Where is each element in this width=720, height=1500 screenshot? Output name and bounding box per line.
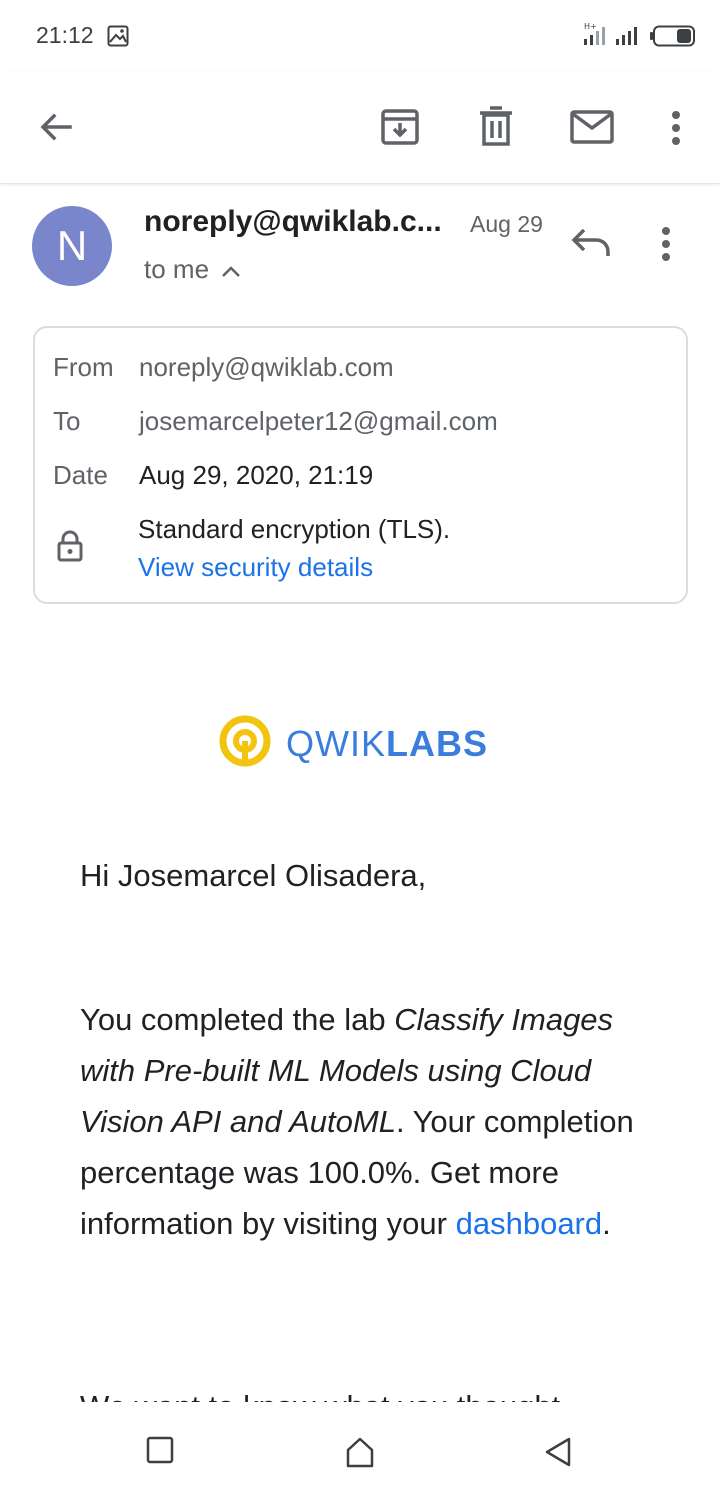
sender-name[interactable]: noreply@qwiklab.c... <box>144 205 442 239</box>
from-value[interactable]: noreply@qwiklab.com <box>139 352 394 383</box>
from-label: From <box>53 352 114 382</box>
archive-icon[interactable] <box>380 106 420 146</box>
to-label: To <box>53 406 81 436</box>
greeting: Hi Josemarcel Olisadera, <box>80 858 427 893</box>
chevron-up-icon <box>221 254 241 285</box>
date-row: Date Aug 29, 2020, 21:19 <box>53 460 373 491</box>
from-row: From noreply@qwiklab.com <box>53 352 394 383</box>
reply-icon[interactable] <box>570 226 612 265</box>
lock-icon <box>57 530 83 567</box>
recents-square-icon[interactable] <box>146 1436 174 1469</box>
date-value: Aug 29, 2020, 21:19 <box>139 460 374 490</box>
status-time: 21:12 <box>36 22 94 48</box>
feedback-line: We want to know what you thought <box>80 1384 560 1402</box>
more-vert-icon[interactable] <box>670 110 682 146</box>
view-security-details-link[interactable]: View security details <box>138 552 373 583</box>
mark-unread-icon[interactable] <box>570 110 614 144</box>
delete-icon[interactable] <box>478 106 514 146</box>
to-value[interactable]: josemarcelpeter12@gmail.com <box>139 406 498 437</box>
back-triangle-icon[interactable] <box>544 1436 572 1473</box>
status-bar: 21:12 H+ <box>0 0 720 72</box>
svg-text:H+: H+ <box>584 22 597 31</box>
completion-paragraph: You completed the lab Classify Images wi… <box>80 1002 634 1241</box>
system-nav-bar <box>0 1402 720 1500</box>
to-row: To josemarcelpeter12@gmail.com <box>53 406 498 437</box>
avatar[interactable]: N <box>32 206 112 286</box>
back-arrow-icon[interactable] <box>36 108 74 146</box>
recipient-toggle[interactable]: to me <box>144 254 241 285</box>
qwiklabs-wordmark: QWIKLABS <box>286 722 488 764</box>
message-details-card: From noreply@qwiklab.com To josemarcelpe… <box>33 326 688 604</box>
recipient-summary: to me <box>144 254 210 284</box>
home-icon[interactable] <box>344 1436 376 1473</box>
date-label: Date <box>53 460 108 490</box>
message-more-icon[interactable] <box>660 226 672 267</box>
dashboard-link[interactable]: dashboard <box>456 1206 603 1241</box>
message-date: Aug 29 <box>470 211 543 237</box>
encryption-text: Standard encryption (TLS). <box>138 514 451 544</box>
battery-icon <box>650 25 696 52</box>
app-bar <box>0 72 720 184</box>
signal-icon: H+ <box>582 22 644 51</box>
qwiklabs-logo[interactable]: QWIKLABS <box>218 714 488 773</box>
image-icon <box>107 25 129 52</box>
qwiklabs-mark-icon <box>218 714 272 773</box>
